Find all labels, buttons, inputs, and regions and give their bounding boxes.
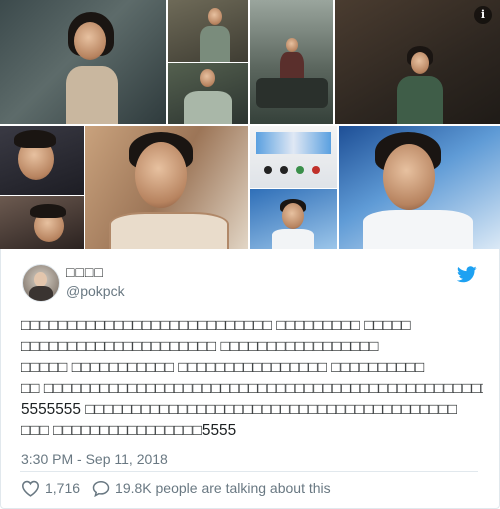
like-button[interactable]: 1,716 <box>21 480 80 497</box>
talking-about-text: 19.8K people are talking about this <box>115 480 331 496</box>
photo-man-umbrella-small[interactable] <box>250 189 337 249</box>
twitter-bird-icon[interactable] <box>457 266 477 283</box>
tweet-text-line: □□□ □□□□□□□□□□□□□□□□5555 <box>21 422 237 439</box>
speech-bubble-icon <box>92 480 110 497</box>
user-handle[interactable]: @pokpck <box>66 283 125 299</box>
tweet-text-line: □□ □□□□□□□□□□□□□□□□□□□□□□□□□□□□□□□□□□□□□… <box>21 380 483 397</box>
tweet-text-line: □□□□□ □□□□□□□□□□□ □□□□□□□□□□□□□□□□ □□□□□… <box>21 359 425 376</box>
tweet-text: □□□□□□□□□□□□□□□□□□□□□□□□□□□ □□□□□□□□□ □□… <box>21 315 483 441</box>
photo-woman-ruffle-top[interactable] <box>168 63 248 124</box>
display-name[interactable]: □□□□ <box>66 264 104 280</box>
heart-icon <box>21 480 40 497</box>
photo-man-umbrella-large[interactable] <box>339 126 500 249</box>
photo-man-closeup-dark[interactable] <box>0 126 84 195</box>
photo-man-lying[interactable] <box>0 196 84 249</box>
tweet-timestamp[interactable]: 3:30 PM - Sep 11, 2018 <box>21 451 168 467</box>
photo-woman-sleeveless[interactable] <box>0 0 166 124</box>
conversation-button[interactable]: 19.8K people are talking about this <box>92 480 331 497</box>
avatar[interactable] <box>22 264 60 302</box>
photo-man-by-car[interactable] <box>250 0 333 124</box>
like-count: 1,716 <box>45 480 81 496</box>
info-icon[interactable]: i <box>474 6 492 24</box>
photo-woman-seated[interactable] <box>168 0 248 62</box>
photo-event-backdrop[interactable] <box>250 126 337 188</box>
tweet-text-line: 5555555 □□□□□□□□□□□□□□□□□□□□□□□□□□□□□□□□… <box>21 401 458 418</box>
photo-man-plaid-blazer[interactable] <box>85 126 248 249</box>
tweet-actions: 1,716 19.8K people are talking about thi… <box>21 478 331 498</box>
photo-collage[interactable]: i <box>0 0 500 249</box>
tweet-text-line: □□□□□□□□□□□□□□□□□□□□□ □□□□□□□□□□□□□□□□□ <box>21 338 379 355</box>
tweet-text-line: □□□□□□□□□□□□□□□□□□□□□□□□□□□ □□□□□□□□□ □□… <box>21 317 411 334</box>
divider <box>20 471 478 472</box>
